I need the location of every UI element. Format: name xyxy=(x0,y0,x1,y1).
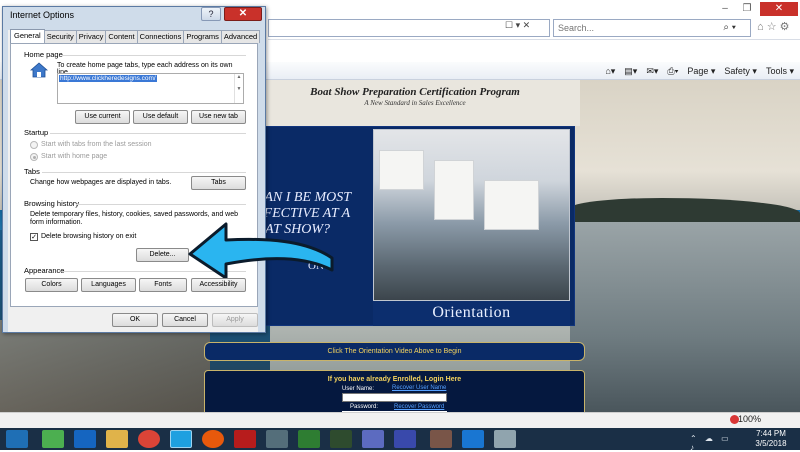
page-menu[interactable]: Page ▾ xyxy=(687,66,715,77)
dialog-close-button[interactable]: ✕ xyxy=(224,7,262,21)
use-new-tab-button[interactable]: Use new tab xyxy=(191,110,246,124)
languages-button[interactable]: Languages xyxy=(81,278,136,292)
system-tray[interactable]: ⌃ ☁ ▭ ♪ xyxy=(690,434,742,452)
lake-background xyxy=(570,222,800,412)
books-icon[interactable] xyxy=(430,430,452,448)
status-bar xyxy=(0,412,800,428)
dreamweaver-icon[interactable] xyxy=(330,430,352,448)
divider xyxy=(62,55,246,56)
ie-icon[interactable] xyxy=(170,430,192,448)
command-bar-items: ⌂▾ ▤▾ ✉▾ ⎙▾ Page ▾ Safety ▾ Tools ▾ xyxy=(605,64,794,78)
delete-on-exit-checkbox[interactable]: ✓ xyxy=(30,233,38,241)
app-icon-6[interactable] xyxy=(494,430,516,448)
chrome-icon[interactable] xyxy=(138,430,160,448)
app-icon-5[interactable] xyxy=(394,430,416,448)
boat-show-photo[interactable] xyxy=(373,129,570,301)
search-icon[interactable]: ⌕ ▾ xyxy=(723,22,736,33)
app-icon-2[interactable] xyxy=(266,430,288,448)
tabs-button[interactable]: Tabs xyxy=(191,176,246,190)
search-box[interactable]: ⌕ ▾ xyxy=(553,19,751,37)
cancel-button[interactable]: Cancel xyxy=(162,313,208,327)
home-page-heading: Home page xyxy=(24,50,63,59)
tab-general[interactable]: General xyxy=(10,29,45,43)
username-field[interactable] xyxy=(342,393,447,402)
ok-button[interactable]: OK xyxy=(112,313,158,327)
zoom-level[interactable]: 100% xyxy=(738,414,761,424)
tools-menu[interactable]: Tools ▾ xyxy=(766,66,794,77)
browsing-history-heading: Browsing history xyxy=(24,199,80,208)
app-icon-3[interactable] xyxy=(298,430,320,448)
start-icon[interactable] xyxy=(6,430,28,448)
home-icon[interactable]: ⌂ xyxy=(757,21,764,33)
colors-button[interactable]: Colors xyxy=(25,278,78,292)
browser-nav-icons: ⌂ ☆ ⚙ xyxy=(757,20,799,36)
feeds-icon[interactable]: ▤▾ xyxy=(624,66,637,77)
startup-tabs-label: Start with tabs from the last session xyxy=(41,141,152,148)
home-page-icon xyxy=(30,62,48,78)
use-default-button[interactable]: Use default xyxy=(133,110,188,124)
delete-button[interactable]: Delete... xyxy=(136,248,189,262)
folder-icon[interactable] xyxy=(106,430,128,448)
recover-username-link[interactable]: Recover User Name xyxy=(392,385,446,391)
firefox-icon[interactable] xyxy=(202,430,224,448)
gear-icon[interactable]: ⚙ xyxy=(780,21,790,33)
username-label: User Name: xyxy=(342,386,375,392)
startup-heading: Startup xyxy=(24,128,49,137)
tab-programs[interactable]: Programs xyxy=(183,30,222,43)
startup-tabs-radio[interactable] xyxy=(30,141,38,149)
word-icon[interactable] xyxy=(462,430,484,448)
window-controls: – ❐ ✕ xyxy=(714,2,798,18)
clock[interactable]: 7:44 PM 3/5/2018 xyxy=(744,429,798,449)
home-page-scrollbar[interactable]: ▲ ▼ xyxy=(234,74,243,103)
dock-image xyxy=(0,320,210,412)
restore-icon[interactable]: ❐ xyxy=(736,2,758,16)
close-window-icon[interactable]: ✕ xyxy=(760,2,798,16)
site-title: Boat Show Preparation Certification Prog… xyxy=(310,86,520,98)
divider xyxy=(42,172,246,173)
tab-content[interactable]: Content xyxy=(105,30,138,43)
recover-password-link[interactable]: Recover Password xyxy=(394,404,444,410)
dialog-title: Internet Options xyxy=(10,10,75,20)
divider xyxy=(76,204,246,205)
tab-row xyxy=(268,39,800,52)
home-page-url[interactable]: http://www.clickheredesigns.com/ xyxy=(59,75,157,82)
startup-home-label: Start with home page xyxy=(41,153,108,160)
tabs-description: Change how webpages are displayed in tab… xyxy=(30,179,172,186)
favorites-icon[interactable]: ☆ xyxy=(767,21,777,33)
apply-button[interactable]: Apply xyxy=(212,313,258,327)
pointer-arrow xyxy=(188,222,334,278)
login-heading: If you have already Enrolled, Login Here xyxy=(327,376,462,383)
help-button[interactable]: ? xyxy=(201,7,221,21)
minimize-icon[interactable]: – xyxy=(714,2,736,16)
orientation-label: Orientation xyxy=(373,301,570,326)
tab-security[interactable]: Security xyxy=(43,30,77,43)
dialog-tabs: General Security Privacy Content Connect… xyxy=(10,29,261,43)
appearance-heading: Appearance xyxy=(24,266,65,275)
app-icon-1[interactable] xyxy=(42,430,64,448)
accessibility-button[interactable]: Accessibility xyxy=(191,278,246,292)
startup-home-radio[interactable] xyxy=(30,153,38,161)
outlook-icon[interactable] xyxy=(74,430,96,448)
clock-date: 3/5/2018 xyxy=(755,439,787,448)
address-controls[interactable]: ☐ ▾ ✕ xyxy=(505,20,549,36)
tab-connections[interactable]: Connections xyxy=(136,30,185,43)
tab-advanced[interactable]: Advanced xyxy=(220,30,261,43)
home-cmd-icon[interactable]: ⌂▾ xyxy=(605,66,615,77)
search-input[interactable] xyxy=(554,20,724,36)
fonts-button[interactable]: Fonts xyxy=(139,278,187,292)
filezilla-icon[interactable] xyxy=(234,430,256,448)
password-label: Password: xyxy=(350,404,379,410)
orientation-video-link[interactable]: Click The Orientation Video Above to Beg… xyxy=(204,342,585,361)
use-current-button[interactable]: Use current xyxy=(75,110,130,124)
divider xyxy=(50,133,246,134)
mail-icon[interactable]: ✉▾ xyxy=(646,66,658,77)
clock-time: 7:44 PM xyxy=(756,429,786,438)
delete-on-exit-label: Delete browsing history on exit xyxy=(41,233,137,240)
print-icon[interactable]: ⎙▾ xyxy=(667,66,678,77)
tab-privacy[interactable]: Privacy xyxy=(75,30,107,43)
tabs-heading: Tabs xyxy=(24,167,40,176)
site-subtitle: A New Standard in Sales Excellence xyxy=(364,99,466,107)
safety-menu[interactable]: Safety ▾ xyxy=(724,66,757,77)
app-icon-4[interactable] xyxy=(362,430,384,448)
